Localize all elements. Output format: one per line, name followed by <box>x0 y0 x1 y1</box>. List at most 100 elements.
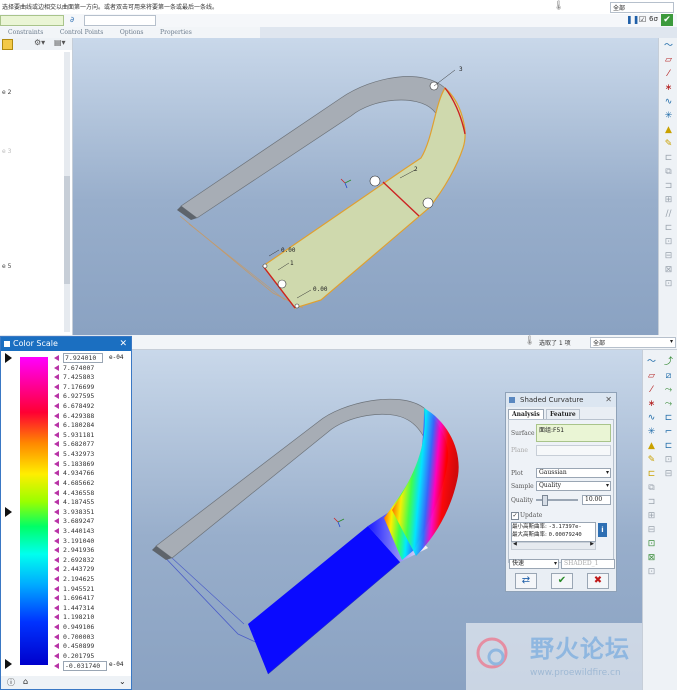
tab-analysis[interactable]: Analysis <box>508 409 544 419</box>
glasses-icon[interactable]: 6σ <box>649 15 658 23</box>
sketch-icon[interactable]: ▲ <box>646 440 658 452</box>
sample-dropdown[interactable]: Quality ▾ <box>536 481 611 491</box>
draw-icon[interactable]: ✎ <box>646 454 658 466</box>
filter-dropdown[interactable]: 全部 ▾ <box>590 337 676 348</box>
plane-collector[interactable] <box>536 445 611 456</box>
chevron-down-icon[interactable]: ⌄ <box>119 677 126 686</box>
mode-dropdown[interactable]: 快速 ▾ <box>509 559 559 569</box>
result-name-field[interactable]: SHADED_1 <box>561 559 615 569</box>
tab-control-points[interactable]: Control Points <box>60 27 103 38</box>
tab-constraints[interactable]: Constraints <box>8 27 43 38</box>
pause-icon[interactable]: ❚❚ <box>626 15 639 24</box>
point-icon[interactable]: ∗ <box>646 398 658 410</box>
dialog-title: Shaded Curvature <box>520 396 584 404</box>
slider-arrow-icon[interactable] <box>5 659 12 669</box>
color-scale-value: 0.201795 <box>54 652 94 660</box>
update-checkbox[interactable]: ✓ <box>511 512 519 520</box>
surface-collector[interactable]: 面组:F51 <box>536 424 611 442</box>
slider-arrow-icon[interactable] <box>5 507 12 517</box>
curve-icon[interactable]: ∿ <box>646 412 658 424</box>
tool-icon[interactable]: ⊏ <box>663 412 675 424</box>
tab-feature[interactable]: Feature <box>546 409 580 419</box>
home-icon[interactable]: ⌂ <box>23 677 28 686</box>
bell-icon[interactable]: 🌡 <box>553 1 564 11</box>
tree-scrollbar[interactable] <box>64 52 70 332</box>
tool-icon[interactable]: ⊠ <box>663 264 675 276</box>
tool-icon[interactable]: ⊡ <box>663 278 675 290</box>
tool-icon[interactable]: ⧉ <box>663 166 675 178</box>
quality-input[interactable]: 10.00 <box>582 495 611 505</box>
tool-icon[interactable]: ⊏ <box>663 222 675 234</box>
tab-properties[interactable]: Properties <box>160 27 192 38</box>
tool-icon[interactable]: ⊡ <box>646 566 658 578</box>
tool-icon[interactable]: ⊞ <box>646 510 658 522</box>
tool-icon[interactable]: ⊐ <box>646 496 658 508</box>
ok-button[interactable]: ✔ <box>661 14 673 26</box>
graphics-window-top[interactable]: 3 2 1 0.00 0.00 <box>73 38 658 335</box>
tool-icon[interactable]: ⊡ <box>646 538 658 550</box>
checkbox-icon[interactable]: ☑ <box>639 15 646 24</box>
axis-icon[interactable]: ⁄ <box>646 384 658 396</box>
tool-icon[interactable]: ⊏ <box>663 152 675 164</box>
tool-icon[interactable]: ⊐ <box>663 180 675 192</box>
datum-icon[interactable]: ～ <box>663 40 675 52</box>
close-icon[interactable]: ✕ <box>119 337 127 351</box>
tab-options[interactable]: Options <box>120 27 144 38</box>
quality-slider[interactable] <box>536 495 578 506</box>
tool-icon[interactable]: ⤳ <box>663 384 675 396</box>
results-scrollbar[interactable]: ◀ ▶ <box>511 541 596 550</box>
cancel-button[interactable]: ✖ <box>587 573 609 589</box>
sample-label: Sample <box>511 483 534 490</box>
tree-scroll-thumb[interactable] <box>64 176 70 284</box>
tool-icon[interactable]: ⊏ <box>663 440 675 452</box>
tree-item[interactable]: e 3 <box>2 148 11 155</box>
name-field[interactable] <box>0 15 64 26</box>
csys-tool-icon[interactable]: ✳ <box>663 110 675 122</box>
tree-item[interactable]: e 5 <box>2 263 11 270</box>
plane-icon[interactable]: ▱ <box>646 370 658 382</box>
scroll-left-icon[interactable]: ◀ <box>513 541 517 547</box>
top-search-field[interactable]: 全部 <box>610 2 674 13</box>
tool-icon[interactable]: ⤳ <box>663 398 675 410</box>
tree-settings-icon[interactable]: ⚙▾ <box>34 38 45 47</box>
plane-icon[interactable]: ▱ <box>663 54 675 66</box>
info-icon[interactable]: ⓘ <box>7 677 15 688</box>
axis-icon[interactable]: ⁄ <box>663 68 675 80</box>
scroll-right-icon[interactable]: ▶ <box>590 541 594 547</box>
curve-icon[interactable]: ∿ <box>663 96 675 108</box>
tool-icon[interactable]: ⊞ <box>663 194 675 206</box>
point-icon[interactable]: ∗ <box>663 82 675 94</box>
thermometer-icon[interactable]: 🌡 <box>524 336 535 346</box>
tool-icon[interactable]: ⊏ <box>646 468 658 480</box>
tool-icon[interactable]: ⊡ <box>663 236 675 248</box>
tree-tab-icon[interactable] <box>2 39 13 50</box>
tool-icon[interactable]: ⊡ <box>663 454 675 466</box>
slider-arrow-icon[interactable] <box>5 353 12 363</box>
datum-icon[interactable]: ～ <box>646 356 658 368</box>
secondary-field[interactable] <box>84 15 156 26</box>
plot-dropdown[interactable]: Gaussian ▾ <box>536 468 611 478</box>
link-icon[interactable]: ∂ <box>70 15 74 24</box>
tree-show-icon[interactable]: ▤▾ <box>54 38 66 47</box>
tool-icon[interactable]: ⊟ <box>663 250 675 262</box>
quality-slider-thumb[interactable] <box>542 495 548 506</box>
tool-icon[interactable]: ⊟ <box>663 468 675 480</box>
tool-icon[interactable]: ⌐ <box>663 426 675 438</box>
color-scale-value-text: 5.931181 <box>63 430 95 439</box>
close-icon[interactable]: ✕ <box>605 393 612 407</box>
sweep-surface-model[interactable]: 3 2 1 0.00 0.00 <box>73 38 658 335</box>
ok-button[interactable]: ✔ <box>551 573 573 589</box>
tool-icon[interactable]: ∕∕ <box>663 208 675 220</box>
draw-icon[interactable]: ✎ <box>663 138 675 150</box>
info-icon[interactable]: i <box>598 523 607 537</box>
tree-item[interactable]: e 2 <box>2 89 11 96</box>
color-scale-value: 7.425803 <box>54 373 94 381</box>
tool-icon[interactable]: ⊟ <box>646 524 658 536</box>
csys-tool-icon[interactable]: ✳ <box>646 426 658 438</box>
sketch-icon[interactable]: ▲ <box>663 124 675 136</box>
tool-icon[interactable]: ⧄ <box>663 370 675 382</box>
tool-icon[interactable]: ⧉ <box>646 482 658 494</box>
tool-icon[interactable]: ⊠ <box>646 552 658 564</box>
tool-icon[interactable]: ⤴ <box>663 356 675 368</box>
repaint-button[interactable]: ⇄ <box>515 573 537 589</box>
